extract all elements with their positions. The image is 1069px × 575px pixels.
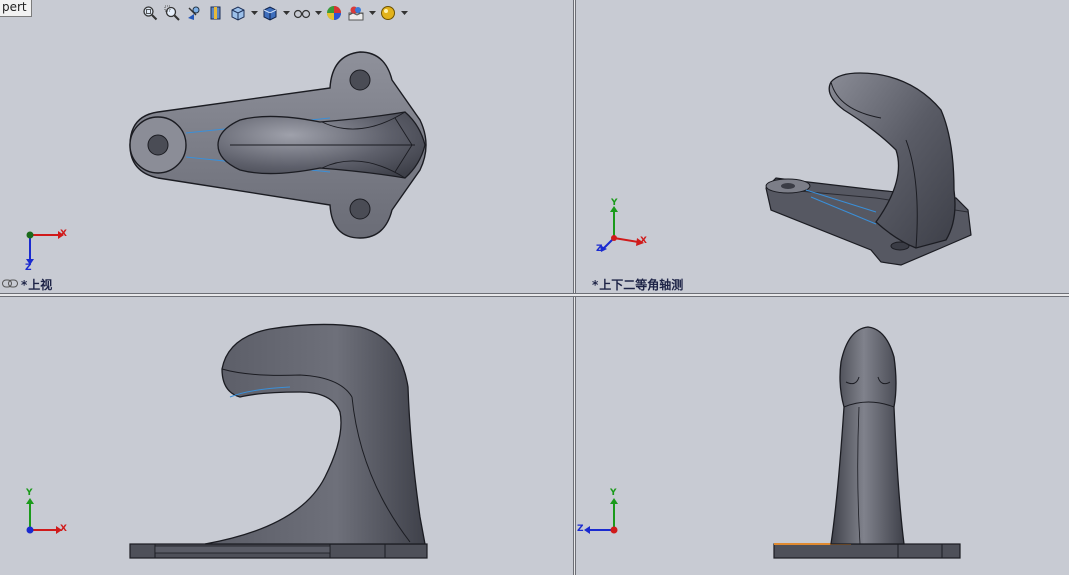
axis-y-label: Y xyxy=(610,488,617,498)
link-views-icon[interactable] xyxy=(2,279,18,288)
axis-y-label: Y xyxy=(26,488,33,498)
view-label-isometric: *上下二等角轴测 xyxy=(592,278,684,292)
axis-x-label: X xyxy=(60,229,67,239)
axis-z-label: Z xyxy=(577,524,584,534)
viewport-top[interactable]: pert X Z *上视 xyxy=(0,0,573,293)
axis-triad xyxy=(26,498,62,534)
axis-z-label: Z xyxy=(25,263,32,273)
view-label-top: *上视 xyxy=(21,278,53,292)
viewport-front[interactable]: X Y xyxy=(0,297,573,575)
viewport-isometric[interactable]: X Y Z *上下二等角轴测 xyxy=(576,0,1069,293)
axis-triad xyxy=(600,206,644,252)
axis-x-label: X xyxy=(60,524,67,534)
axis-x-label: X xyxy=(640,236,647,246)
axis-triad xyxy=(584,498,618,534)
axis-y-label: Y xyxy=(611,198,618,208)
viewport-side[interactable]: Z Y xyxy=(576,297,1069,575)
axis-z-label: Z xyxy=(596,244,603,254)
axis-triad xyxy=(26,231,64,265)
